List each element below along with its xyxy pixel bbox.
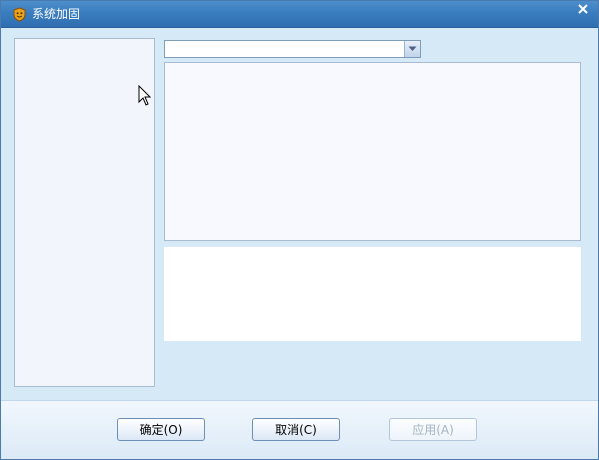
dialog-window: 系统加固 确定(O) 取消(C) 应用(A) [0, 0, 599, 460]
chevron-down-icon [408, 46, 417, 51]
category-list[interactable] [14, 38, 155, 387]
filter-dropdown[interactable] [164, 40, 421, 58]
close-button[interactable] [572, 2, 594, 16]
close-icon [578, 4, 588, 14]
window-title: 系统加固 [32, 7, 81, 21]
apply-button[interactable]: 应用(A) [389, 418, 477, 441]
title-bar[interactable]: 系统加固 [1, 1, 598, 28]
ok-button[interactable]: 确定(O) [117, 418, 205, 441]
mouse-cursor-icon [138, 85, 152, 106]
description-panel [164, 247, 581, 341]
cancel-button[interactable]: 取消(C) [252, 418, 340, 441]
button-bar: 确定(O) 取消(C) 应用(A) [1, 400, 598, 459]
item-list[interactable] [164, 62, 581, 241]
dropdown-arrow-button[interactable] [404, 41, 420, 57]
shield-app-icon [12, 7, 27, 22]
